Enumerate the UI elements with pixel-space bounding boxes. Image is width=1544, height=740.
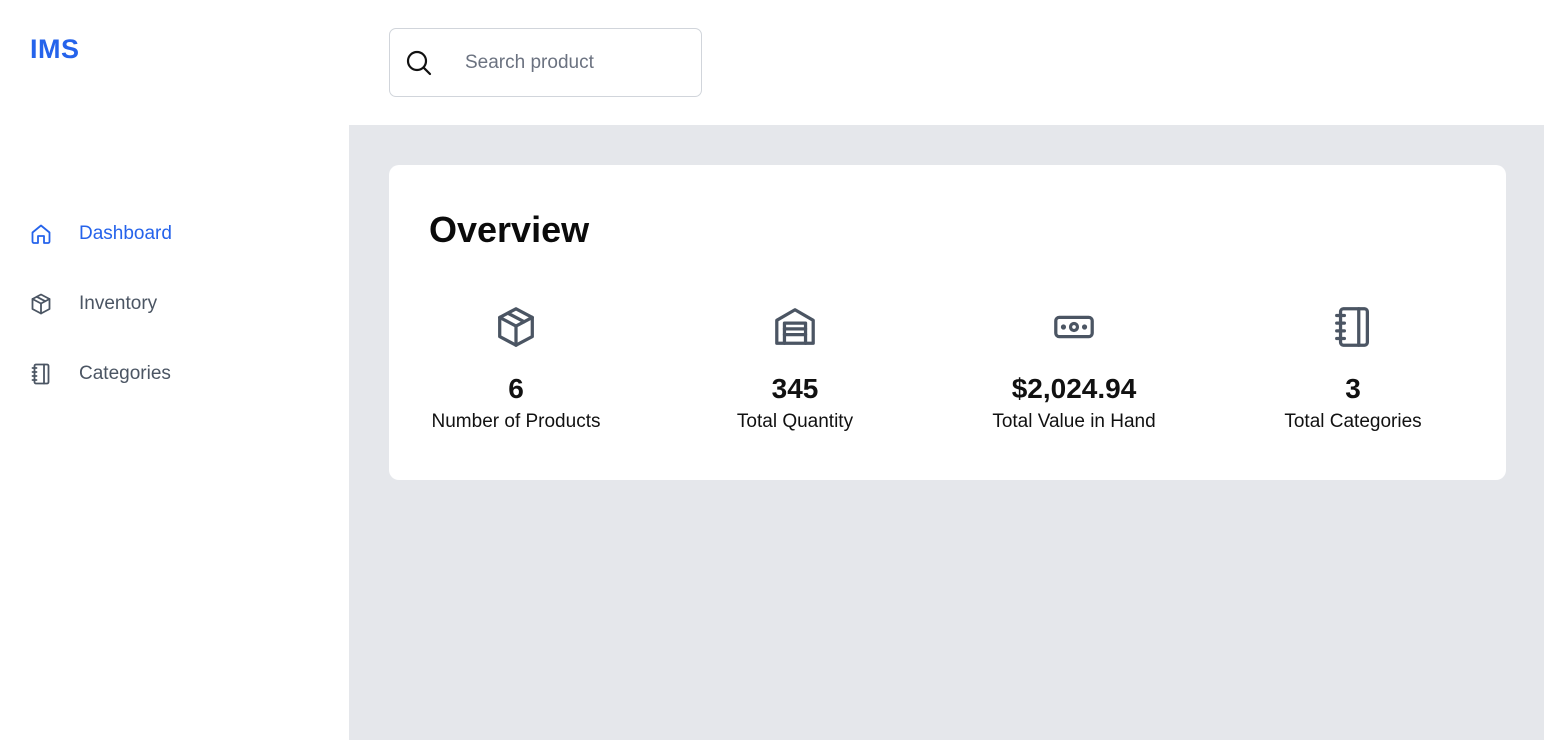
sidebar-item-label: Inventory bbox=[79, 293, 158, 314]
stat-label: Total Quantity bbox=[736, 411, 854, 432]
stat-number-of-products: 6 Number of Products bbox=[386, 303, 646, 434]
sidebar-item-dashboard[interactable]: Dashboard bbox=[28, 214, 328, 254]
stat-value: $2,024.94 bbox=[1011, 373, 1137, 404]
stat-total-quantity: 345 Total Quantity bbox=[665, 303, 925, 434]
notebook-icon bbox=[28, 361, 54, 387]
sidebar-nav: Dashboard Inventory Categories bbox=[28, 214, 328, 424]
cube-icon bbox=[492, 303, 540, 351]
stat-value: 345 bbox=[771, 373, 819, 404]
sidebar-item-label: Categories bbox=[79, 363, 171, 384]
stats-row: 6 Number of Products 345 Total Quantity bbox=[389, 303, 1506, 453]
stat-value: 3 bbox=[1345, 373, 1361, 404]
stat-total-value-in-hand: $2,024.94 Total Value in Hand bbox=[944, 303, 1204, 434]
warehouse-icon bbox=[771, 303, 819, 351]
search-icon[interactable] bbox=[404, 48, 434, 78]
search-box[interactable] bbox=[389, 28, 702, 97]
stat-label: Number of Products bbox=[431, 411, 601, 432]
top-header bbox=[349, 0, 1544, 125]
home-icon bbox=[28, 221, 54, 247]
page-title: Overview bbox=[429, 209, 590, 250]
notebook-icon bbox=[1329, 303, 1377, 351]
cube-icon bbox=[28, 291, 54, 317]
stat-total-categories: 3 Total Categories bbox=[1223, 303, 1483, 434]
banknote-icon bbox=[1050, 303, 1098, 351]
sidebar-item-inventory[interactable]: Inventory bbox=[28, 284, 328, 324]
stat-label: Total Value in Hand bbox=[992, 411, 1156, 432]
sidebar-item-categories[interactable]: Categories bbox=[28, 354, 328, 394]
brand-logo[interactable]: IMS bbox=[30, 34, 80, 65]
sidebar: IMS Dashboard Inventory Categories bbox=[0, 0, 349, 740]
overview-card: Overview 6 Number of Products 345 Total … bbox=[389, 165, 1506, 480]
app: IMS Dashboard Inventory Categories Searc… bbox=[0, 0, 1544, 740]
main-content: Overview 6 Number of Products 345 Total … bbox=[349, 125, 1544, 740]
search-input[interactable] bbox=[465, 51, 685, 74]
sidebar-item-label: Dashboard bbox=[79, 223, 172, 244]
stat-value: 6 bbox=[508, 373, 524, 404]
stat-label: Total Categories bbox=[1284, 411, 1422, 432]
